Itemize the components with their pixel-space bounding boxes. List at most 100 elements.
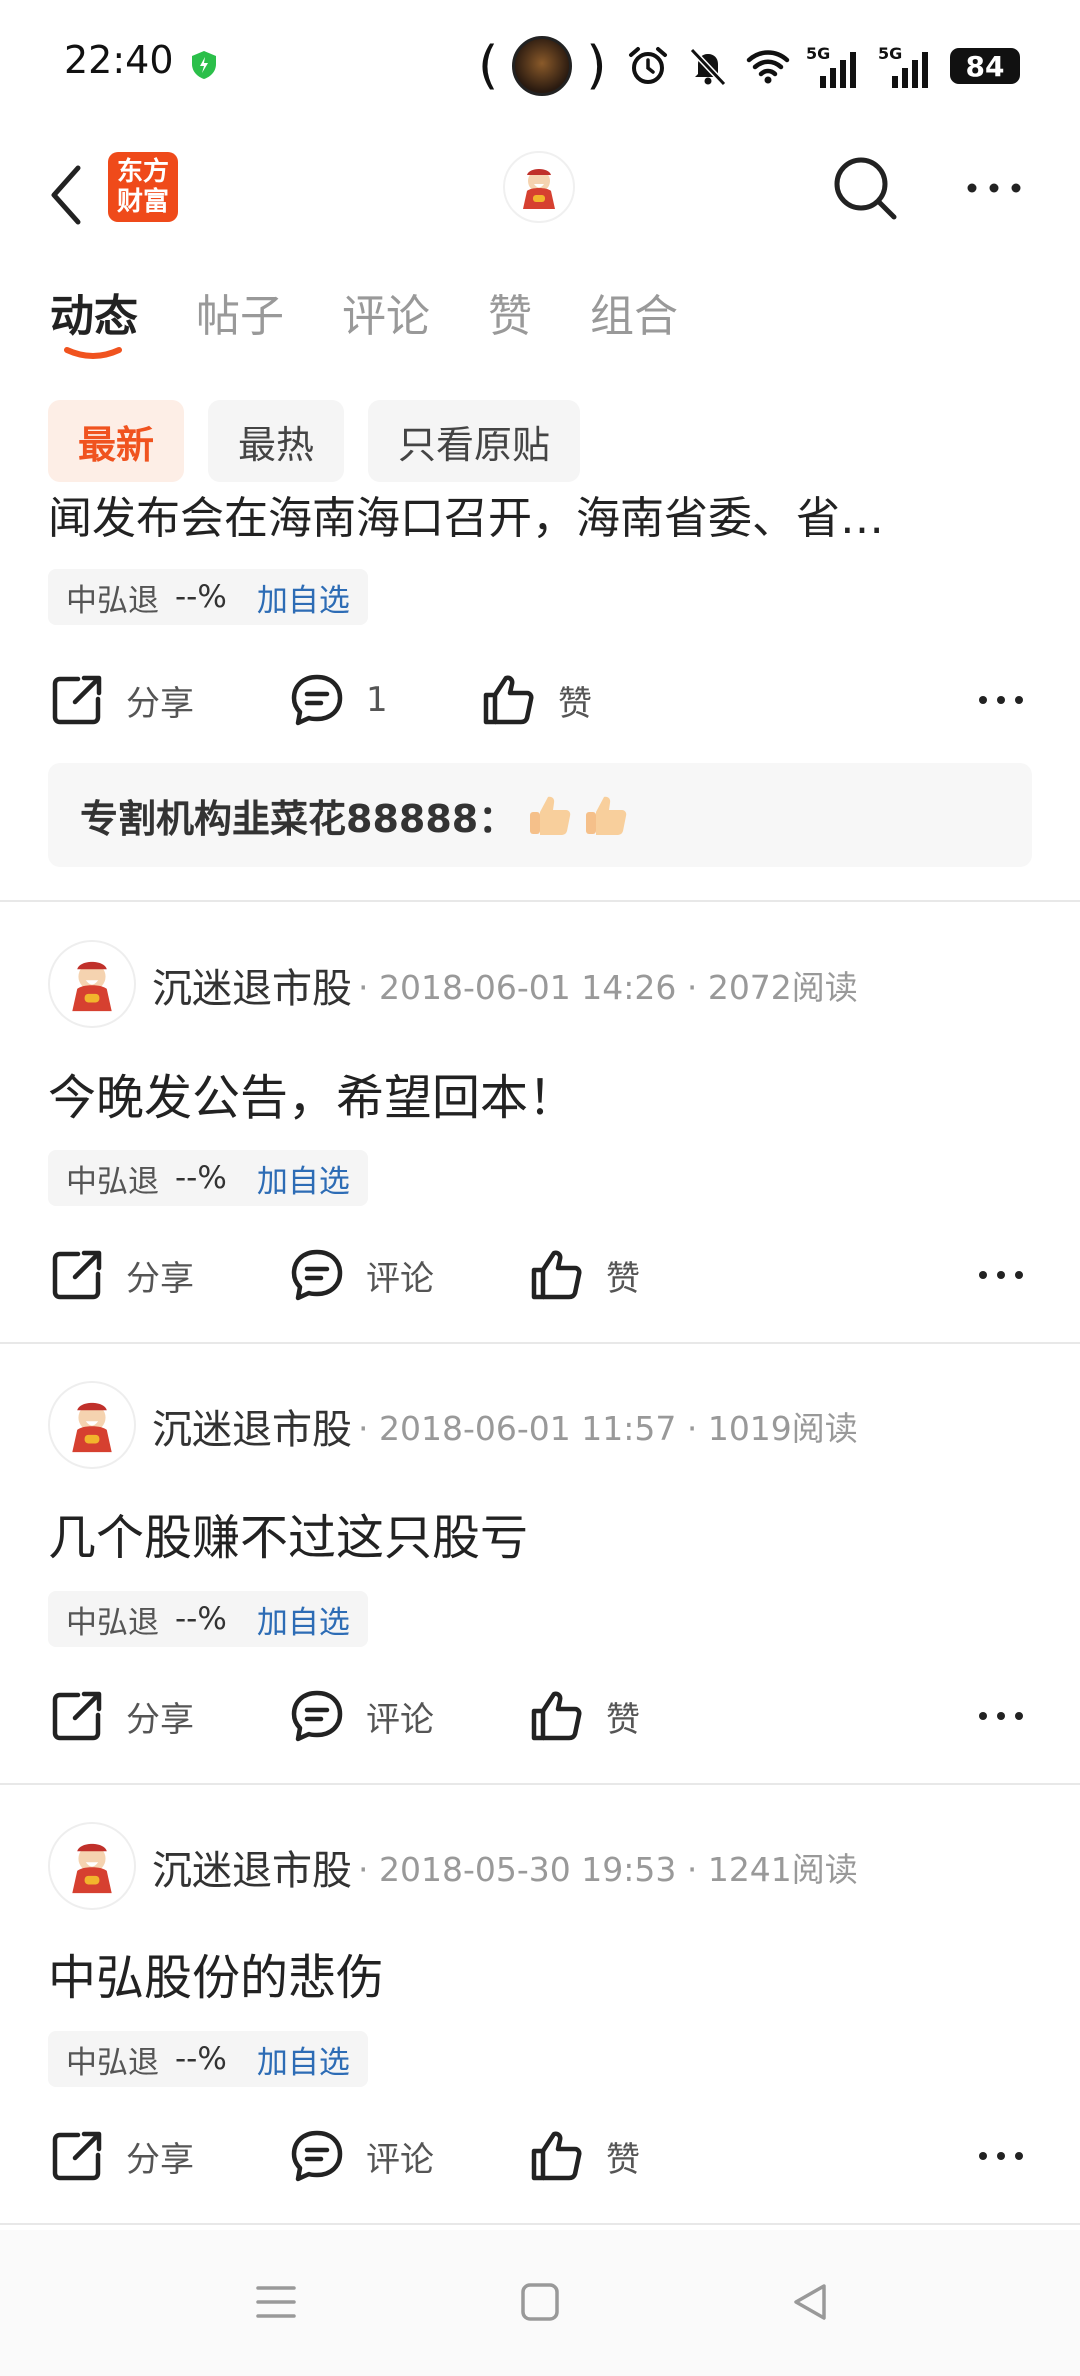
share-button[interactable]: 分享 xyxy=(48,665,194,735)
share-button[interactable]: 分享 xyxy=(48,1240,194,1310)
divider xyxy=(0,1783,1080,1785)
comment-icon xyxy=(291,674,343,726)
share-button[interactable]: 分享 xyxy=(48,2121,194,2191)
post-avatar[interactable] xyxy=(48,1381,136,1469)
stock-tag[interactable]: 中弘退 --% 加自选 xyxy=(48,569,368,625)
tab-label: 赞 xyxy=(488,291,532,342)
like-button[interactable]: 赞 xyxy=(528,1681,640,1751)
profile-tabs: 动态 帖子 评论 赞 组合 xyxy=(50,280,678,370)
signal-5g-2: 5G xyxy=(878,44,934,88)
tab-label: 帖子 xyxy=(196,291,284,342)
share-icon xyxy=(52,2131,102,2181)
share-label: 分享 xyxy=(126,1699,194,1740)
post-actions: 分享 评论 赞 xyxy=(48,2121,1032,2191)
post-username[interactable]: 沉迷退市股 xyxy=(152,956,352,1014)
stock-change: --% xyxy=(175,579,227,615)
app-header: 东方 财富 xyxy=(0,135,1080,255)
comment-button[interactable]: 评论 xyxy=(288,2121,434,2191)
tab-label: 评论 xyxy=(342,291,430,342)
like-label: 赞 xyxy=(606,1699,640,1740)
more-icon[interactable] xyxy=(976,1691,1026,1741)
thumbs-up-emoji-icon xyxy=(530,796,571,835)
divider xyxy=(0,1342,1080,1344)
share-label: 分享 xyxy=(126,683,194,724)
tab-label: 动态 xyxy=(50,291,138,342)
comment-label: 评论 xyxy=(366,2139,434,2180)
tab-posts[interactable]: 帖子 xyxy=(196,280,284,370)
add-watchlist-button[interactable]: 加自选 xyxy=(257,1156,350,1201)
filter-hot[interactable]: 最热 xyxy=(208,400,345,482)
post-username[interactable]: 沉迷退市股 xyxy=(152,1838,352,1896)
tab-dynamic[interactable]: 动态 xyxy=(50,280,138,370)
comment-count: 1 xyxy=(366,680,388,720)
post-meta: 沉迷退市股 · 2018-06-01 11:57 · 1019阅读 xyxy=(152,1396,858,1456)
post-title[interactable]: 中弘股份的悲伤 xyxy=(48,1938,384,2008)
comment-icon xyxy=(291,2130,343,2182)
app-logo[interactable]: 东方 财富 xyxy=(108,152,178,222)
status-center-widget: ( ) xyxy=(478,34,607,98)
fortune-god-avatar-icon xyxy=(72,1402,112,1453)
post-time-reads: · 2018-06-01 11:57 · 1019阅读 xyxy=(358,1409,858,1448)
comment-preview[interactable]: 专割机构韭菜花88888： xyxy=(48,763,1032,867)
like-button[interactable]: 赞 xyxy=(528,1240,640,1310)
tab-comments[interactable]: 评论 xyxy=(342,280,430,370)
like-label: 赞 xyxy=(606,2139,640,2180)
add-watchlist-button[interactable]: 加自选 xyxy=(257,575,350,620)
post-actions: 分享 1 赞 xyxy=(48,665,1032,735)
divider xyxy=(0,2223,1080,2225)
post-text-clipped[interactable]: 闻发布会在海南海口召开，海南省委、省… xyxy=(48,488,1028,544)
post-title[interactable]: 几个股赚不过这只股亏 xyxy=(48,1498,528,1568)
more-icon[interactable] xyxy=(976,675,1026,725)
status-time: 22:40 xyxy=(64,38,174,82)
filter-original-only[interactable]: 只看原贴 xyxy=(368,400,581,482)
user-avatar[interactable] xyxy=(503,151,575,223)
share-icon xyxy=(52,1250,102,1300)
system-nav-bar xyxy=(0,2230,1080,2376)
like-button[interactable]: 赞 xyxy=(480,665,592,735)
tab-portfolio[interactable]: 组合 xyxy=(590,280,678,370)
post-avatar[interactable] xyxy=(48,1822,136,1910)
post-avatar[interactable] xyxy=(48,940,136,1028)
comment-button[interactable]: 1 xyxy=(288,665,388,735)
like-button[interactable]: 赞 xyxy=(528,2121,640,2191)
thumbs-up-emoji-icon xyxy=(586,796,627,835)
filter-latest[interactable]: 最新 xyxy=(48,400,185,482)
status-paren-right: ) xyxy=(586,36,607,96)
bell-muted-icon xyxy=(689,47,727,87)
stock-name: 中弘退 xyxy=(66,1604,159,1641)
post-meta: 沉迷退市股 · 2018-06-01 14:26 · 2072阅读 xyxy=(152,955,858,1015)
comment-label: 评论 xyxy=(366,1699,434,1740)
back-icon[interactable] xyxy=(46,160,86,230)
stock-name: 中弘退 xyxy=(66,582,159,619)
comment-label: 评论 xyxy=(366,1258,434,1299)
back-triangle-icon[interactable] xyxy=(786,2278,834,2326)
stock-tag[interactable]: 中弘退 --% 加自选 xyxy=(48,1150,368,1206)
search-icon[interactable] xyxy=(830,153,900,223)
comment-author: 专割机构韭菜花88888： xyxy=(80,796,517,841)
post-title[interactable]: 今晚发公告，希望回本！ xyxy=(48,1058,576,1128)
more-icon[interactable] xyxy=(976,1250,1026,1300)
comment-icon xyxy=(291,1249,343,1301)
comment-button[interactable]: 评论 xyxy=(288,1681,434,1751)
signal-5g-1: 5G xyxy=(806,44,862,88)
post-username[interactable]: 沉迷退市股 xyxy=(152,1397,352,1455)
status-paren-left: ( xyxy=(478,36,499,96)
stock-tag[interactable]: 中弘退 --% 加自选 xyxy=(48,2031,368,2087)
stock-tag[interactable]: 中弘退 --% 加自选 xyxy=(48,1591,368,1647)
more-icon[interactable] xyxy=(964,173,1024,203)
comment-button[interactable]: 评论 xyxy=(288,1240,434,1310)
thumbs-up-icon xyxy=(531,2131,582,2181)
add-watchlist-button[interactable]: 加自选 xyxy=(257,1597,350,1642)
shield-icon xyxy=(192,51,216,79)
menu-icon[interactable] xyxy=(252,2278,300,2326)
logo-line-1: 东方 xyxy=(116,157,169,187)
logo-line-2: 财富 xyxy=(116,187,169,217)
status-icons: 5G 5G 84 xyxy=(626,40,1020,92)
home-icon[interactable] xyxy=(516,2278,564,2326)
share-button[interactable]: 分享 xyxy=(48,1681,194,1751)
like-label: 赞 xyxy=(558,683,592,724)
add-watchlist-button[interactable]: 加自选 xyxy=(257,2037,350,2082)
tab-likes[interactable]: 赞 xyxy=(488,280,532,370)
more-icon[interactable] xyxy=(976,2131,1026,2181)
alarm-icon xyxy=(629,47,667,84)
